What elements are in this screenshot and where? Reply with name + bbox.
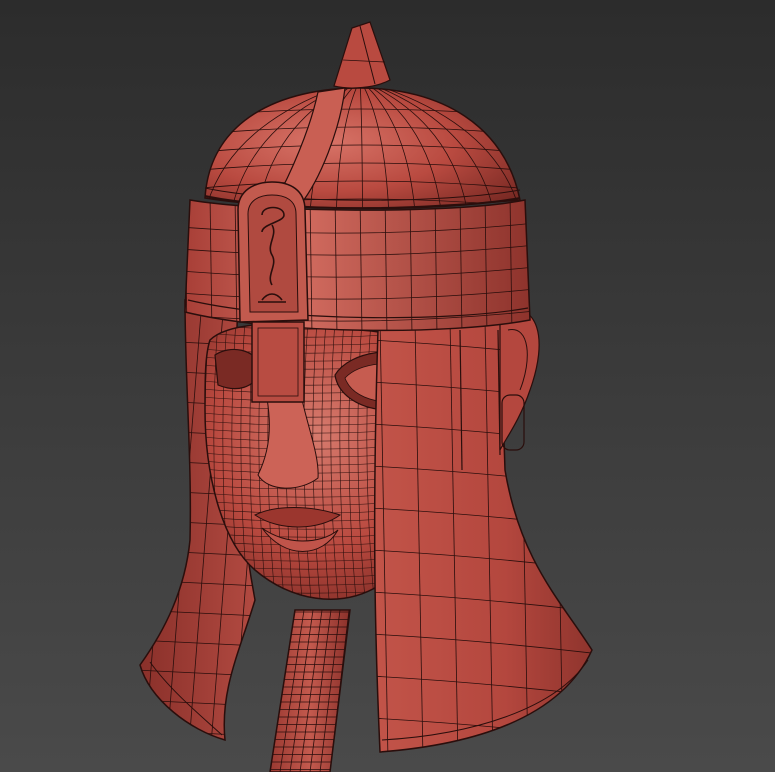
helmet-render xyxy=(0,0,775,772)
3d-viewport[interactable] xyxy=(0,0,775,772)
brow-band xyxy=(184,199,531,332)
